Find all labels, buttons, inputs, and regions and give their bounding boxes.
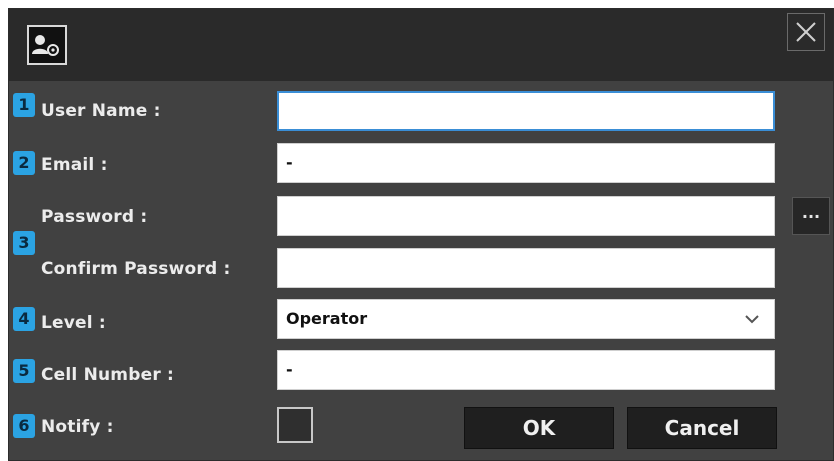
cancel-button[interactable]: Cancel xyxy=(627,407,777,449)
notify-checkbox[interactable] xyxy=(277,407,313,443)
step-badge-6: 6 xyxy=(13,414,35,438)
step-badge-5: 5 xyxy=(13,359,35,383)
step-badge-4: 4 xyxy=(13,307,35,331)
close-button[interactable] xyxy=(787,13,825,51)
step-badge-3: 3 xyxy=(13,231,35,255)
email-label: Email : xyxy=(41,155,108,175)
user-settings-icon xyxy=(27,25,67,65)
close-icon xyxy=(796,22,816,42)
password-browse-button[interactable]: ... xyxy=(792,197,830,235)
user-name-label: User Name : xyxy=(41,101,161,121)
user-dialog: 1 2 3 4 5 6 User Name : Email : Password… xyxy=(8,8,834,461)
level-label: Level : xyxy=(41,313,106,333)
email-input[interactable]: - xyxy=(277,143,775,183)
step-badge-2: 2 xyxy=(13,151,35,175)
level-select[interactable]: Operator xyxy=(277,299,775,339)
user-name-input[interactable] xyxy=(277,91,775,131)
password-input[interactable] xyxy=(277,196,775,236)
level-select-value: Operator xyxy=(286,309,368,328)
cell-number-label: Cell Number : xyxy=(41,365,175,385)
confirm-password-input[interactable] xyxy=(277,248,775,288)
ok-button[interactable]: OK xyxy=(464,407,614,449)
chevron-down-icon xyxy=(745,315,759,324)
cell-number-input[interactable]: - xyxy=(277,350,775,390)
notify-label: Notify : xyxy=(41,417,114,437)
step-badge-1: 1 xyxy=(13,93,35,117)
title-bar xyxy=(9,9,833,81)
password-label: Password : xyxy=(41,207,148,227)
confirm-password-label: Confirm Password : xyxy=(41,259,231,279)
